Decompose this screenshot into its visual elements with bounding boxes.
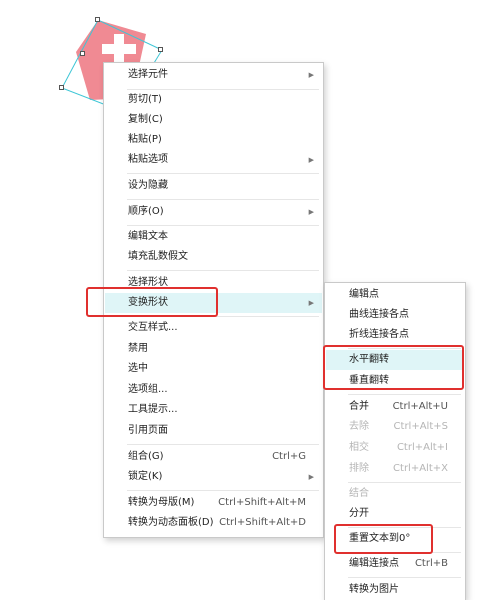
- selection-handle[interactable]: [158, 47, 163, 52]
- menu-item-fill-lorem[interactable]: 填充乱数假文: [105, 247, 322, 267]
- chevron-right-icon: ▶: [308, 208, 314, 216]
- selection-handle[interactable]: [80, 51, 85, 56]
- menu-separator: [127, 444, 319, 445]
- submenu-item-curve-connect[interactable]: 曲线连接各点: [326, 305, 464, 325]
- menu-item-option-group[interactable]: 选项组...: [105, 380, 322, 400]
- submenu-item-edit-connection-points[interactable]: 编辑连接点 Ctrl+B: [326, 554, 464, 574]
- menu-separator: [348, 482, 461, 483]
- menu-item-interaction-styles[interactable]: 交互样式...: [105, 318, 322, 338]
- menu-item-group[interactable]: 组合(G) Ctrl+G: [105, 447, 322, 467]
- menu-item-lock[interactable]: 锁定(K) ▶: [105, 467, 322, 487]
- chevron-right-icon: ▶: [308, 473, 314, 481]
- submenu-item-exclude: 排除 Ctrl+Alt+X: [349, 463, 448, 474]
- submenu-item-convert-to-image[interactable]: 转换为图片: [326, 580, 464, 600]
- submenu-item-polyline-connect[interactable]: 折线连接各点: [326, 325, 464, 345]
- menu-item-cut[interactable]: 剪切(T): [105, 90, 322, 110]
- menu-item-edit-text[interactable]: 编辑文本: [105, 227, 322, 247]
- annotation-box: [323, 345, 464, 390]
- annotation-box: [334, 524, 433, 554]
- menu-item-selected[interactable]: 选中: [105, 359, 322, 379]
- annotation-box: [86, 287, 218, 317]
- menu-separator: [348, 577, 461, 578]
- submenu-item-subtract: 去除 Ctrl+Alt+S: [349, 421, 448, 432]
- selection-handle[interactable]: [59, 85, 64, 90]
- menu-item-paste[interactable]: 粘贴(P): [105, 130, 322, 150]
- menu-item-reference-page[interactable]: 引用页面: [105, 421, 322, 441]
- menu-item-select-widget[interactable]: 选择元件 ▶: [105, 65, 322, 85]
- menu-separator: [127, 490, 319, 491]
- menu-item-disable[interactable]: 禁用: [105, 339, 322, 359]
- menu-separator: [127, 199, 319, 200]
- selection-handle[interactable]: [95, 17, 100, 22]
- menu-item-copy[interactable]: 复制(C): [105, 110, 322, 130]
- submenu-item-union[interactable]: 合并 Ctrl+Alt+U: [326, 397, 464, 417]
- menu-separator: [127, 173, 319, 174]
- menu-item-order[interactable]: 顺序(O) ▶: [105, 202, 322, 222]
- menu-separator: [127, 225, 319, 226]
- submenu-item-split[interactable]: 分开: [326, 504, 464, 524]
- menu-separator: [127, 270, 319, 271]
- menu-separator: [348, 394, 461, 395]
- submenu-item-combine: 结合: [349, 488, 369, 499]
- chevron-right-icon: ▶: [308, 71, 314, 79]
- chevron-right-icon: ▶: [308, 156, 314, 164]
- menu-item-convert-to-dynamic-panel[interactable]: 转换为动态面板(D) Ctrl+Shift+Alt+D: [105, 513, 322, 533]
- menu-item-tooltip[interactable]: 工具提示...: [105, 400, 322, 420]
- menu-item-set-hidden[interactable]: 设为隐藏: [105, 176, 322, 196]
- submenu-item-intersect: 相交 Ctrl+Alt+I: [349, 442, 448, 453]
- menu-item-convert-to-master[interactable]: 转换为母版(M) Ctrl+Shift+Alt+M: [105, 493, 322, 513]
- menu-item-paste-options[interactable]: 粘贴选项 ▶: [105, 150, 322, 170]
- chevron-right-icon: ▶: [308, 299, 314, 307]
- submenu-item-edit-points[interactable]: 编辑点: [326, 285, 464, 305]
